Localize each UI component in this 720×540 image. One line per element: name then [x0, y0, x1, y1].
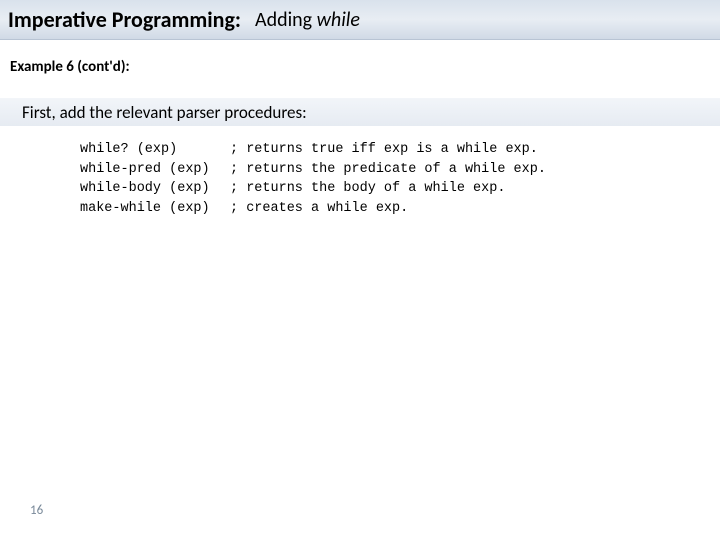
intro-text: First, add the relevant parser procedure… — [0, 98, 720, 126]
code-proc: while-pred (exp) — [80, 160, 230, 180]
title-band: Imperative Programming: Adding while — [0, 0, 720, 40]
code-comment: ; returns the predicate of a while exp. — [230, 160, 546, 180]
title-main: Imperative Programming: — [8, 6, 241, 33]
title-sub-prefix: Adding — [255, 8, 317, 32]
code-row: while-body (exp) ; returns the body of a… — [80, 179, 720, 199]
code-comment: ; returns the body of a while exp. — [230, 179, 505, 199]
code-comment: ; creates a while exp. — [230, 199, 408, 219]
page-number: 16 — [30, 503, 43, 518]
slide: Imperative Programming: Adding while Exa… — [0, 0, 720, 540]
title-sub-italic: while — [317, 8, 360, 32]
code-row: make-while (exp) ; creates a while exp. — [80, 199, 720, 219]
code-proc: while-body (exp) — [80, 179, 230, 199]
code-proc: make-while (exp) — [80, 199, 230, 219]
title-sub: Adding while — [255, 8, 360, 32]
code-proc: while? (exp) — [80, 140, 230, 160]
example-label: Example 6 (cont'd): — [10, 58, 720, 76]
code-row: while? (exp) ; returns true iff exp is a… — [80, 140, 720, 160]
code-row: while-pred (exp) ; returns the predicate… — [80, 160, 720, 180]
code-block: while? (exp) ; returns true iff exp is a… — [80, 140, 720, 218]
code-comment: ; returns true iff exp is a while exp. — [230, 140, 538, 160]
